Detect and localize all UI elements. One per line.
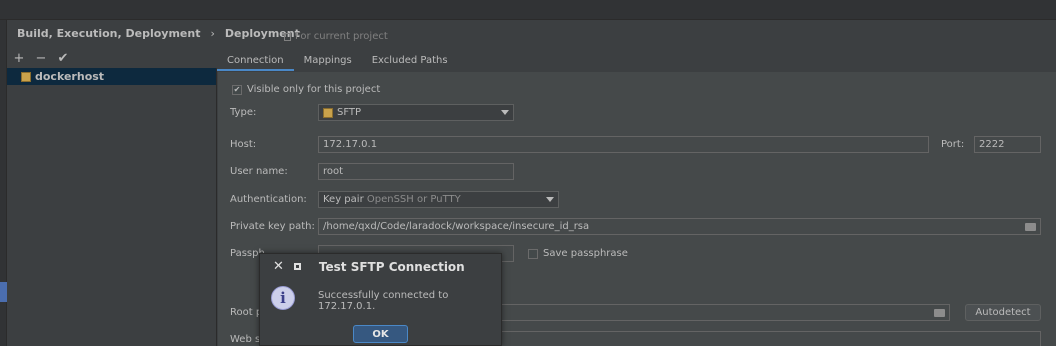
- tab-excluded-paths[interactable]: Excluded Paths: [362, 51, 458, 71]
- host-input[interactable]: 172.17.0.1: [318, 136, 929, 153]
- close-icon[interactable]: ✕: [273, 259, 284, 274]
- ok-button[interactable]: OK: [353, 325, 408, 343]
- tab-bar: Connection Mappings Excluded Paths: [217, 51, 458, 71]
- for-current-project: For current project: [284, 31, 388, 42]
- host-label: Host:: [230, 139, 257, 150]
- port-input[interactable]: 2222: [974, 136, 1041, 153]
- save-passphrase-label: Save passphrase: [543, 248, 628, 259]
- type-select[interactable]: SFTP: [318, 104, 514, 121]
- breadcrumb-separator: ›: [210, 27, 215, 40]
- visible-only-label: Visible only for this project: [247, 84, 381, 95]
- authentication-select[interactable]: Key pair OpenSSH or PuTTY: [318, 191, 559, 208]
- private-key-path-label: Private key path:: [230, 221, 315, 232]
- root-path-label: Root p: [230, 307, 263, 318]
- dialog-title: Test SFTP Connection: [318, 259, 465, 274]
- server-icon: [323, 107, 333, 118]
- port-label: Port:: [941, 139, 965, 150]
- tab-mappings[interactable]: Mappings: [294, 51, 362, 71]
- type-value: SFTP: [337, 106, 362, 118]
- for-current-project-label: For current project: [295, 31, 388, 42]
- folder-icon[interactable]: [1025, 222, 1036, 231]
- dialog-message: Successfully connected to 172.17.0.1.: [318, 290, 449, 312]
- auth-value-sub: OpenSSH or PuTTY: [366, 193, 461, 205]
- dialog-titlebar: ✕ Test SFTP Connection: [260, 254, 501, 279]
- server-item-dockerhost[interactable]: dockerhost: [7, 68, 216, 85]
- maximize-icon[interactable]: [293, 263, 301, 270]
- server-item-label: dockerhost: [35, 70, 105, 83]
- username-input[interactable]: root: [318, 163, 514, 180]
- visible-only-checkbox[interactable]: ✔: [232, 84, 242, 95]
- left-strip-selection: [0, 282, 7, 302]
- type-label: Type:: [230, 107, 257, 118]
- auth-value-main: Key pair: [323, 193, 364, 205]
- left-strip: [0, 20, 7, 346]
- project-icon: [284, 32, 291, 41]
- breadcrumb-parent[interactable]: Build, Execution, Deployment: [17, 27, 200, 40]
- save-passphrase-row[interactable]: Save passphrase: [528, 248, 628, 259]
- check-icon[interactable]: ✔: [56, 51, 70, 66]
- chevron-down-icon: [546, 197, 554, 202]
- server-toolbar: + − ✔: [12, 51, 70, 66]
- server-list: dockerhost: [7, 68, 217, 346]
- test-sftp-dialog: ✕ Test SFTP Connection i Successfully co…: [259, 253, 502, 346]
- username-label: User name:: [230, 166, 288, 177]
- top-bar: [0, 0, 1056, 20]
- chevron-down-icon: [501, 110, 509, 115]
- visible-only-row[interactable]: ✔ Visible only for this project: [232, 84, 380, 95]
- folder-icon[interactable]: [934, 308, 945, 317]
- remove-icon[interactable]: −: [34, 51, 48, 66]
- info-icon: i: [271, 286, 295, 310]
- breadcrumb: Build, Execution, Deployment › Deploymen…: [17, 27, 300, 40]
- private-key-path-value: /home/qxd/Code/laradock/workspace/insecu…: [323, 220, 590, 232]
- authentication-label: Authentication:: [230, 194, 307, 205]
- save-passphrase-checkbox[interactable]: [528, 248, 538, 259]
- autodetect-button[interactable]: Autodetect: [965, 304, 1041, 321]
- private-key-path-input[interactable]: /home/qxd/Code/laradock/workspace/insecu…: [318, 218, 1041, 235]
- tab-connection[interactable]: Connection: [217, 51, 294, 71]
- server-icon: [21, 71, 31, 82]
- add-icon[interactable]: +: [12, 51, 26, 66]
